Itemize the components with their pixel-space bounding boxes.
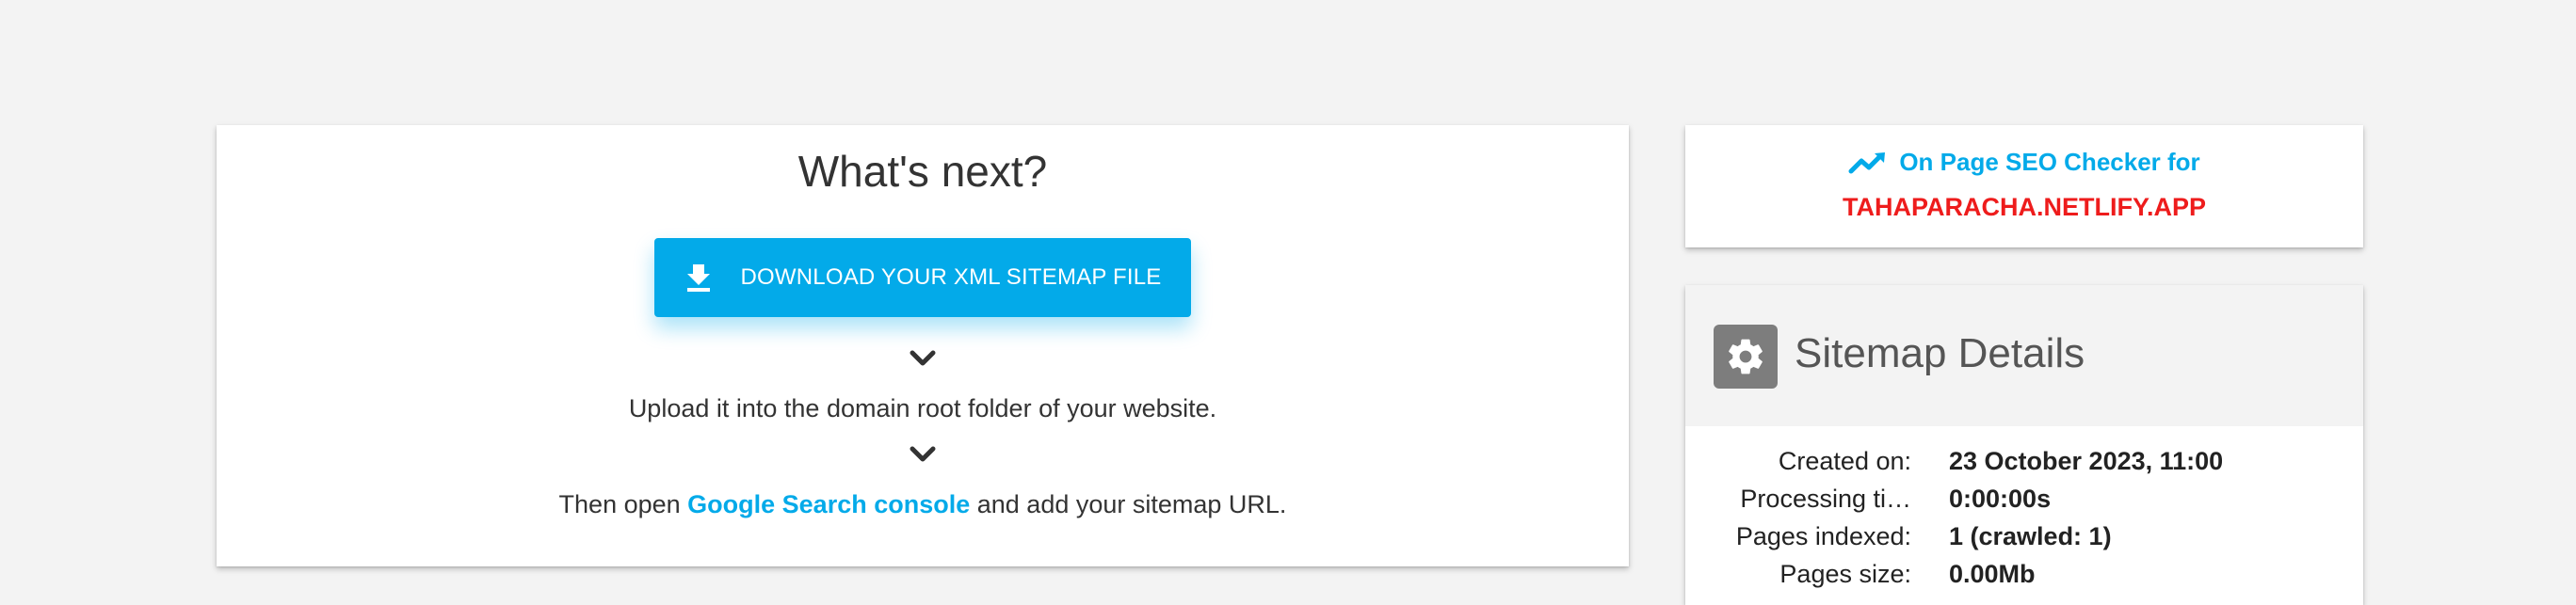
gear-icon xyxy=(1714,325,1778,389)
download-button-label: DOWNLOAD YOUR XML SITEMAP FILE xyxy=(740,264,1162,290)
google-search-console-link[interactable]: Google Search console xyxy=(687,490,970,518)
sitemap-details-card: Sitemap Details Created on: 23 October 2… xyxy=(1685,285,2363,605)
detail-row-pages-size: Pages size: 0.00Mb xyxy=(1685,560,2363,597)
detail-value: 1 (crawled: 1) xyxy=(1949,522,2112,550)
chevron-down-icon xyxy=(909,445,937,464)
detail-row-processing-time: Processing ti… 0:00:00s xyxy=(1685,485,2363,522)
detail-label: Pages size: xyxy=(1779,560,1911,588)
sitemap-details-title: Sitemap Details xyxy=(1795,330,2085,376)
download-sitemap-button[interactable]: DOWNLOAD YOUR XML SITEMAP FILE xyxy=(654,238,1191,317)
chevron-down-icon xyxy=(909,349,937,368)
instruction-prefix: Then open xyxy=(558,490,688,518)
detail-value: 0.00Mb xyxy=(1949,560,2036,588)
sitemap-details-header: Sitemap Details xyxy=(1685,285,2363,426)
whats-next-card: What's next? DOWNLOAD YOUR XML SITEMAP F… xyxy=(217,125,1629,566)
detail-row-pages-indexed: Pages indexed: 1 (crawled: 1) xyxy=(1685,522,2363,560)
seo-checker-title: On Page SEO Checker for xyxy=(1899,148,2200,176)
search-console-instruction: Then open Google Search console and add … xyxy=(217,490,1629,519)
seo-checker-domain[interactable]: TAHAPARACHA.NETLIFY.APP xyxy=(1685,193,2363,222)
download-icon xyxy=(684,263,713,293)
detail-label: Pages indexed: xyxy=(1735,522,1911,550)
detail-row-created: Created on: 23 October 2023, 11:00 xyxy=(1685,447,2363,485)
detail-label: Processing ti… xyxy=(1740,485,1911,513)
instruction-suffix: and add your sitemap URL. xyxy=(970,490,1287,518)
seo-checker-heading[interactable]: On Page SEO Checker for xyxy=(1685,148,2363,177)
detail-value: 23 October 2023, 11:00 xyxy=(1949,447,2224,475)
upload-instruction: Upload it into the domain root folder of… xyxy=(628,394,1217,422)
whats-next-title: What's next? xyxy=(797,147,1048,196)
detail-value: 0:00:00s xyxy=(1949,485,2052,513)
seo-checker-card[interactable]: On Page SEO Checker for TAHAPARACHA.NETL… xyxy=(1685,125,2363,247)
detail-label: Created on: xyxy=(1778,447,1911,475)
trending-up-icon xyxy=(1848,150,1890,176)
